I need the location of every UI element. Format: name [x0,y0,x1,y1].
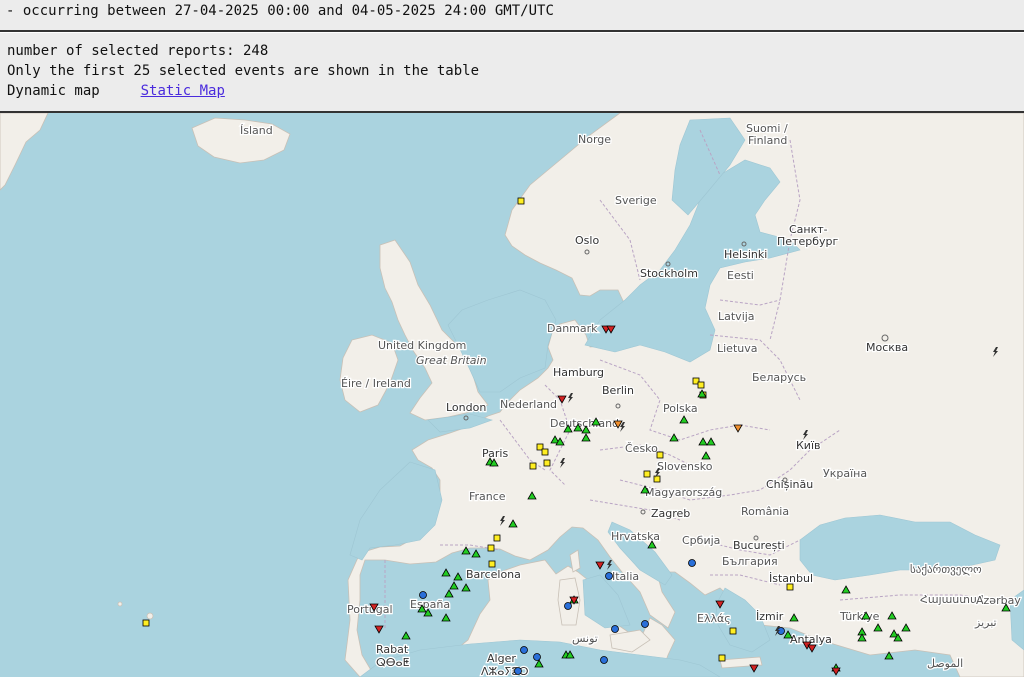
label-italia: Italia [612,570,639,583]
event-marker-yellow [643,470,651,478]
label-finland: Finland [748,134,787,147]
static-map-link[interactable]: Static Map [141,83,225,99]
label-izmir: İzmir [756,610,784,623]
label-hrvatska: Hrvatska [611,530,660,543]
event-marker-yellow [718,654,726,662]
azores-island-2 [117,601,123,607]
label-belarus: Беларусь [752,371,806,384]
label-norge: Norge [578,133,611,146]
event-marker-blue [600,656,608,664]
label-island: Ísland [240,124,273,137]
event-marker-blue [564,602,572,610]
event-marker-yellow [488,560,496,568]
label-rabat-tifinagh: ⵕⴱⴰⵟ [376,656,410,669]
event-marker-yellow [729,627,737,635]
label-turkiye: Türkiye [839,610,880,623]
event-marker-blue [533,653,541,661]
selection-info-panel: number of selected reports: 248 Only the… [0,33,1024,113]
label-latvija: Latvija [718,310,755,323]
label-bulgaria: България [722,555,778,568]
event-marker-blue [520,646,528,654]
event-marker-yellow [653,475,661,483]
label-antalya: Antalya [790,633,832,646]
event-marker-yellow [493,534,501,542]
label-eesti: Eesti [727,269,754,282]
label-helsinki: Helsinki [724,248,767,261]
label-espana: España [410,598,450,611]
label-bucuresti: București [733,539,785,552]
label-great-britain: Great Britain [416,354,487,367]
label-mosul: الموصل [927,657,963,670]
label-romania: România [741,505,789,518]
label-hamburg: Hamburg [553,366,604,379]
report-period-text: - occurring between 27-04-2025 00:00 and… [6,3,554,19]
event-marker-yellow [487,544,495,552]
azores-island [146,612,154,620]
label-paris: Paris [482,447,508,460]
label-eire: Éire / Ireland [341,377,411,390]
dynamic-map-label: Dynamic map [7,83,100,99]
label-srbija: Србија [682,534,720,547]
label-lietuva: Lietuva [717,342,758,355]
event-marker-blue [688,559,696,567]
event-marker-yellow [543,459,551,467]
label-france: France [469,490,506,503]
label-stockholm: Stockholm [640,267,698,280]
label-portugal: Portugal [347,603,393,616]
label-uk: United Kingdom [378,339,466,352]
label-alger: Alger [487,652,516,665]
event-marker-blue [641,620,649,628]
label-istanbul: İstanbul [769,572,813,585]
label-zagreb: Zagreb [651,507,690,520]
event-marker-yellow [786,583,794,591]
label-moskva: Москва [866,341,908,354]
event-marker-yellow [656,451,664,459]
label-sverige: Sverige [615,194,657,207]
label-kyiv: Київ [796,439,821,452]
label-berlin: Berlin [602,384,634,397]
table-limit-note: Only the first 25 selected events are sh… [7,63,480,79]
event-marker-blue [605,572,613,580]
label-nederland: Nederland [500,398,557,411]
event-marker-blue [514,667,522,675]
label-slovensko: Slovensko [657,460,713,473]
label-spb-line2: Петербург [777,235,838,248]
label-danmark: Danmark [547,322,598,335]
label-magyarorszag: Magyarország [645,486,722,499]
label-london: London [446,401,486,414]
label-ukraina: Україна [823,467,867,480]
event-marker-yellow [142,619,150,627]
map-mode-row: Dynamic map Static Map [7,83,225,99]
map-canvas[interactable]: Ísland Norge Sverige Suomi / Finland Osl… [0,113,1024,677]
event-marker-blue [419,591,427,599]
label-georgia: საქართველო [910,563,982,576]
label-rabat: Rabat [376,643,409,656]
label-ellas: Ελλάς [697,612,731,625]
label-tabriz: تبریز [974,616,997,629]
event-marker-yellow [697,381,705,389]
label-tunis: تونس [572,632,598,645]
dynamic-map[interactable]: Ísland Norge Sverige Suomi / Finland Osl… [0,113,1024,677]
label-polska: Polska [663,402,698,415]
report-period-strip: - occurring between 27-04-2025 00:00 and… [0,0,1024,32]
label-oslo: Oslo [575,234,599,247]
event-marker-yellow [529,462,537,470]
label-barcelona: Barcelona [466,568,521,581]
event-marker-yellow [517,197,525,205]
label-azerbaijan: Azərbay [976,594,1021,607]
label-cesko: Česko [625,442,658,455]
label-chisinau: Chișinău [766,478,813,491]
event-marker-blue [611,625,619,633]
event-marker-yellow [541,448,549,456]
selected-reports-count: number of selected reports: 248 [7,43,269,59]
